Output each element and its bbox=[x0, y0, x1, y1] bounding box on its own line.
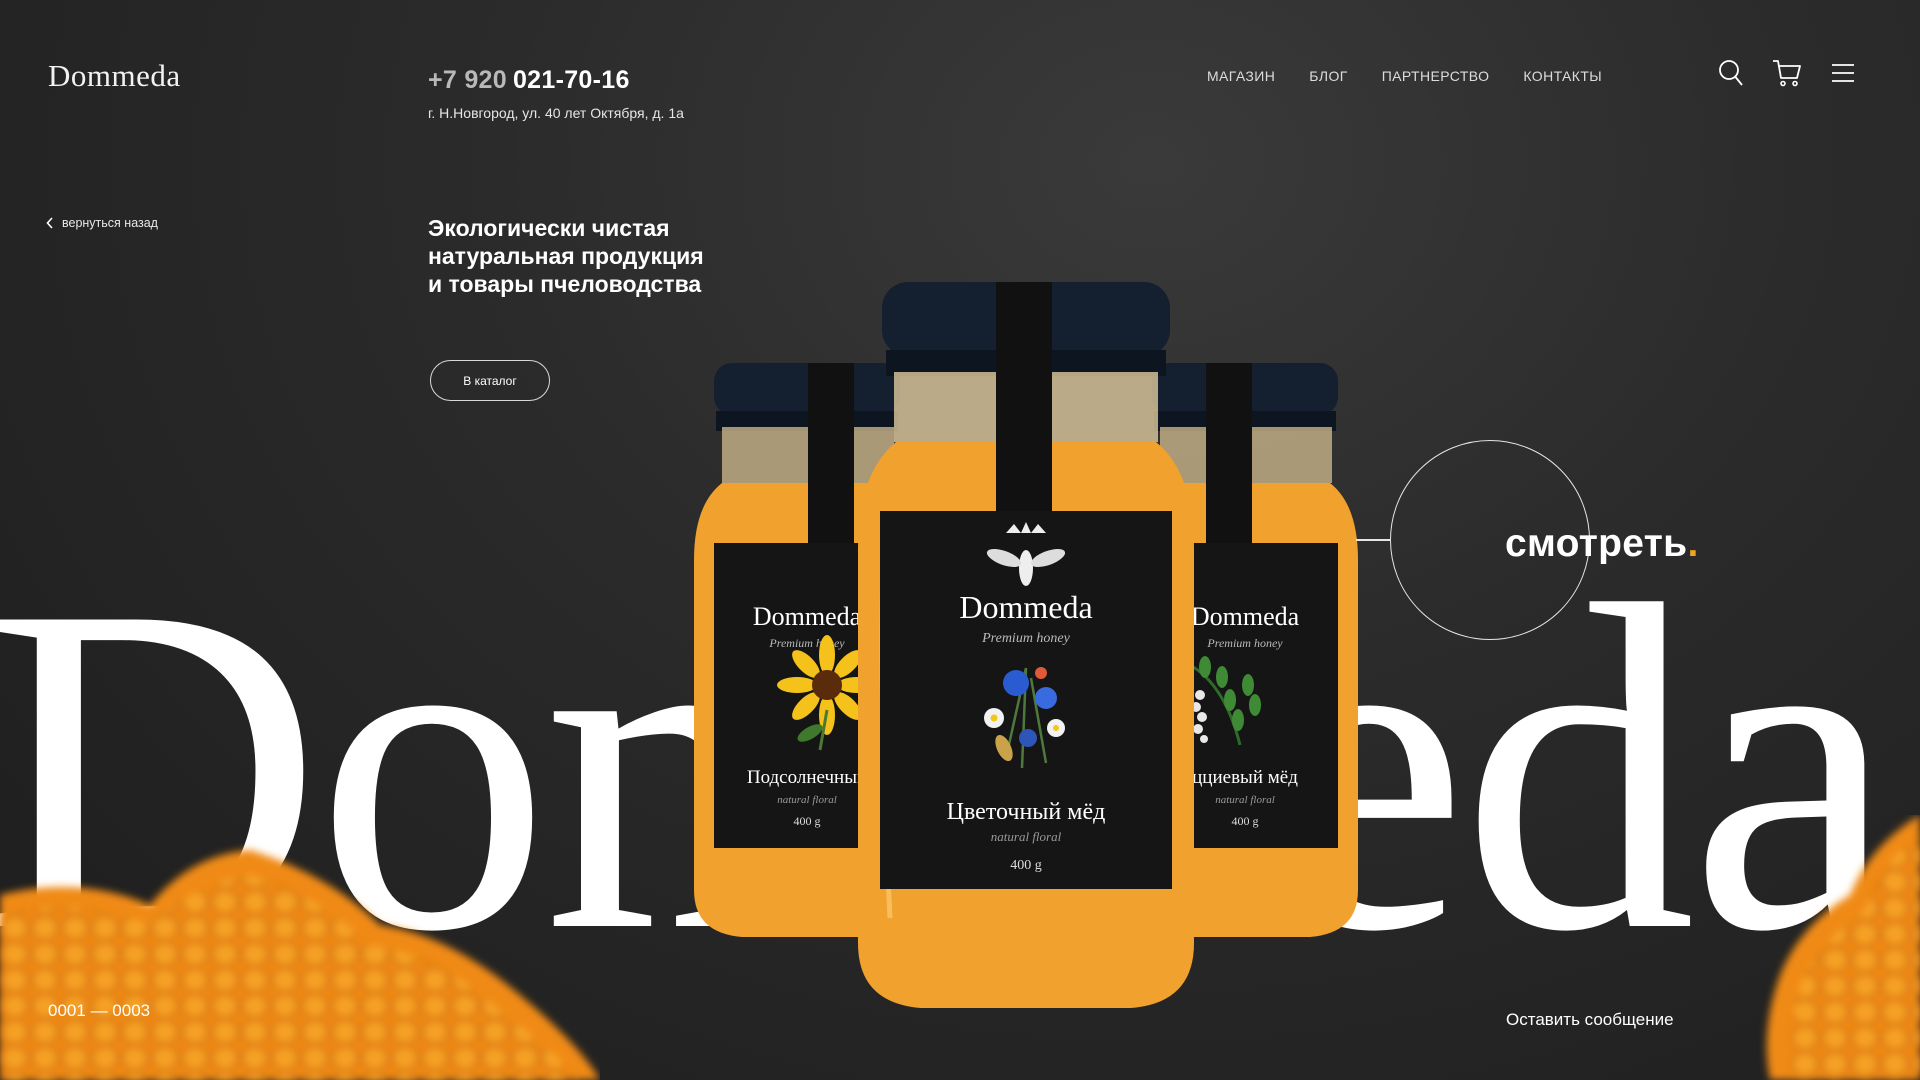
look-connector-line bbox=[1356, 539, 1390, 541]
jar-right-brand: Dommeda bbox=[1191, 602, 1300, 631]
look-label-dot: . bbox=[1687, 522, 1699, 565]
honeycomb-left-image bbox=[0, 850, 600, 1080]
jar-right-weight: 400 g bbox=[1232, 814, 1259, 828]
honeycomb-right-image bbox=[1766, 815, 1920, 1080]
slide-total: 0003 bbox=[112, 1001, 151, 1020]
hero-headline: Экологически чистая натуральная продукци… bbox=[428, 214, 758, 298]
headline-line-2: натуральная продукция bbox=[428, 243, 704, 269]
phone-prefix: +7 920 bbox=[428, 66, 507, 94]
slide-current: 0001 bbox=[48, 1001, 86, 1020]
jar-right-name: цциевый мёд bbox=[1192, 767, 1298, 788]
nav-item-partnership[interactable]: ПАРТНЕРСТВО bbox=[1382, 68, 1490, 84]
nav-item-contacts[interactable]: КОНТАКТЫ bbox=[1523, 68, 1602, 84]
site-logo[interactable]: Dommeda bbox=[48, 58, 181, 94]
look-label-text: смотреть bbox=[1505, 522, 1688, 565]
back-link[interactable]: вернуться назад bbox=[46, 216, 158, 230]
jar-left-brand: Dommeda bbox=[753, 602, 862, 631]
look-label[interactable]: смотреть. bbox=[1505, 522, 1699, 566]
slide-separator: — bbox=[90, 1001, 108, 1020]
nav-item-blog[interactable]: БЛОГ bbox=[1309, 68, 1347, 84]
jar-center-name: Цветочный мёд bbox=[947, 799, 1106, 825]
cart-icon[interactable] bbox=[1770, 56, 1804, 90]
back-link-label: вернуться назад bbox=[62, 216, 158, 230]
catalog-button[interactable]: В каталог bbox=[430, 360, 550, 401]
jar-right-tagline: Premium honey bbox=[1206, 636, 1283, 650]
nav-item-shop[interactable]: МАГАЗИН bbox=[1207, 68, 1275, 84]
address: г. Н.Новгород, ул. 40 лет Октября, д. 1а bbox=[428, 105, 684, 121]
menu-icon[interactable] bbox=[1826, 56, 1860, 90]
headline-line-1: Экологически чистая bbox=[428, 215, 670, 241]
page: Dommeda +7 920 021-70-16 г. Н.Новгород, у… bbox=[0, 0, 1920, 1080]
jar-center-subtitle: natural floral bbox=[991, 829, 1062, 844]
jar-left-subtitle: natural floral bbox=[777, 794, 837, 806]
main-nav: МАГАЗИН БЛОГ ПАРТНЕРСТВО КОНТАКТЫ bbox=[1207, 68, 1602, 84]
jar-left-name: Подсолнечный bbox=[747, 767, 867, 788]
headline-line-3: и товары пчеловодства bbox=[428, 271, 702, 297]
chevron-left-icon bbox=[46, 217, 53, 229]
product-jar-center[interactable]: Dommeda Premium honey Цветочный мёд natu… bbox=[856, 278, 1196, 1013]
phone-main: 021-70-16 bbox=[512, 66, 630, 94]
jar-center-brand: Dommeda bbox=[959, 589, 1092, 625]
jar-center-weight: 400 g bbox=[1010, 858, 1042, 873]
jar-center-tagline: Premium honey bbox=[981, 631, 1071, 646]
header-icons bbox=[1714, 56, 1860, 90]
jar-right-subtitle: natural floral bbox=[1215, 794, 1275, 806]
phone-number[interactable]: +7 920 021-70-16 bbox=[428, 66, 630, 95]
search-icon[interactable] bbox=[1714, 56, 1748, 90]
jar-left-weight: 400 g bbox=[794, 814, 821, 828]
leave-message-link[interactable]: Оставить сообщение bbox=[1506, 1010, 1674, 1030]
slide-counter: 0001 — 0003 bbox=[48, 1001, 150, 1021]
